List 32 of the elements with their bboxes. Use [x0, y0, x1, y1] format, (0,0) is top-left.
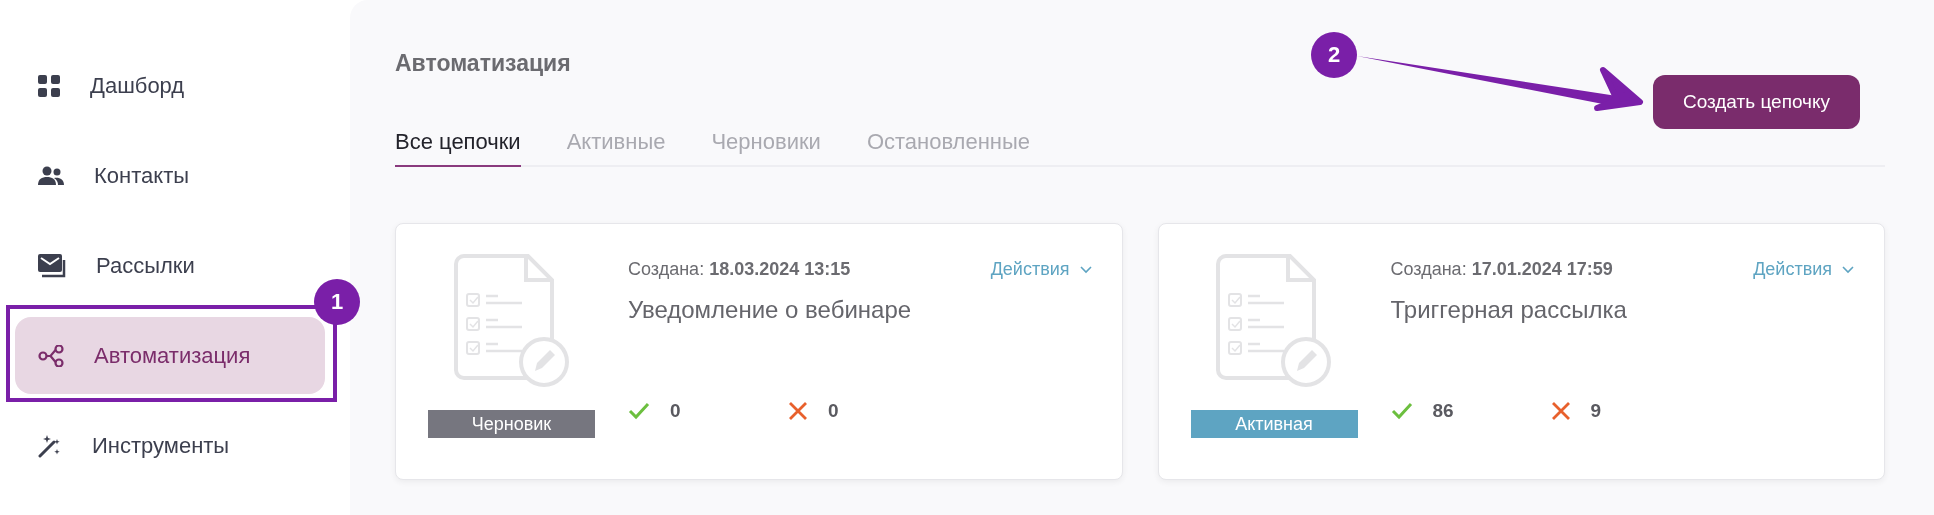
tab[interactable]: Все цепочки	[395, 129, 521, 167]
failed-count: 0	[828, 400, 839, 422]
created-date: Создана: 18.03.2024 13:15	[628, 259, 851, 280]
chain-name: Уведомление о вебинаре	[628, 296, 913, 324]
delivered-count: 0	[670, 400, 681, 422]
check-icon	[628, 402, 650, 420]
checklist-document-icon	[453, 254, 570, 390]
check-icon	[1390, 402, 1413, 420]
status-badge: Черновик	[428, 410, 595, 438]
create-chain-button[interactable]: Создать цепочку	[1652, 75, 1860, 129]
chevron-down-icon	[1079, 265, 1092, 274]
chain-name: Триггерная рассылка	[1390, 296, 1628, 324]
status-badge: Активная	[1190, 410, 1358, 438]
created-date: Создана: 17.01.2024 17:59	[1390, 259, 1613, 280]
magic-wand-icon	[38, 433, 62, 458]
users-icon	[38, 165, 64, 186]
sidebar-item[interactable]: Инструменты	[15, 407, 240, 484]
checklist-document-icon	[1216, 254, 1332, 390]
page-title: Автоматизация	[395, 49, 571, 78]
grid-icon	[38, 74, 60, 97]
sidebar-item[interactable]: Дашборд	[15, 47, 195, 124]
sidebar-item[interactable]: Рассылки	[15, 227, 205, 304]
delivered-count: 86	[1432, 400, 1454, 422]
cross-icon	[788, 401, 808, 421]
cross-icon	[1550, 401, 1571, 421]
envelope-icon	[38, 253, 66, 278]
sidebar-item[interactable]: Контакты	[15, 137, 200, 214]
share-nodes-icon	[38, 344, 64, 367]
step-marker: 1	[314, 279, 360, 325]
chevron-down-icon	[1842, 265, 1854, 274]
sidebar-item[interactable]: Автоматизация	[15, 317, 325, 394]
failed-count: 9	[1590, 400, 1602, 422]
